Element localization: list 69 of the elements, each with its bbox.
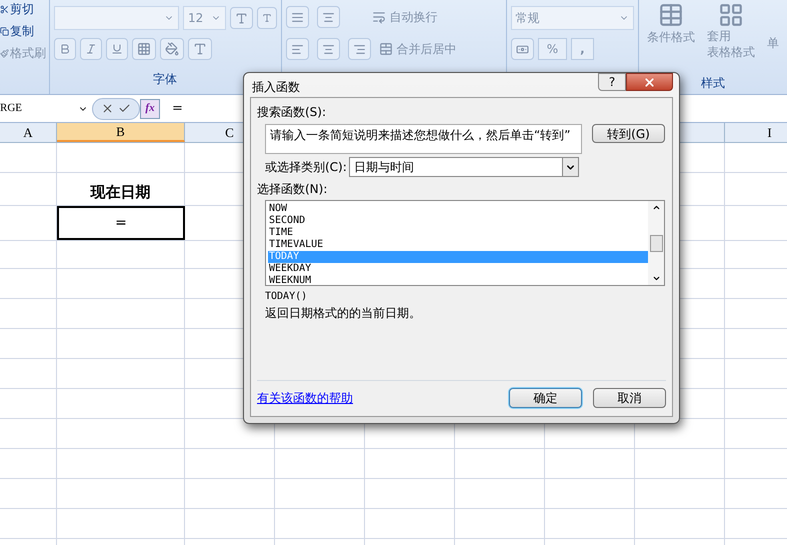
border-icon: [136, 42, 151, 56]
bold-button[interactable]: [54, 38, 76, 60]
shrink-font-button[interactable]: [256, 7, 277, 29]
close-button[interactable]: [626, 73, 673, 91]
shrink-font-icon: [262, 13, 272, 23]
search-field[interactable]: 请输入一条简短说明来描述您想做什么，然后单击“转到”: [265, 124, 582, 154]
function-item[interactable]: WEEKDAY: [268, 263, 648, 275]
grow-font-button[interactable]: [230, 7, 253, 29]
underline-icon: [110, 43, 123, 55]
category-dropdown[interactable]: 日期与时间: [348, 157, 579, 177]
function-item[interactable]: TIME: [268, 227, 648, 239]
insert-function-button[interactable]: fx: [140, 98, 160, 118]
group-label: 样式: [701, 75, 725, 92]
italic-button[interactable]: [80, 38, 102, 60]
group-label: 字体: [153, 71, 178, 88]
bold-icon: [58, 43, 71, 55]
cancel-button[interactable]: 取消: [593, 388, 666, 408]
cancel-icon: [101, 102, 114, 115]
align-right-icon: [352, 42, 366, 56]
align-icon: [322, 10, 335, 24]
currency-icon: [516, 42, 529, 56]
field-label: 或选择类别(C):: [265, 159, 347, 176]
field-label: 搜索函数(S):: [257, 104, 328, 121]
wrap-icon: [372, 10, 386, 24]
align-center-icon: [322, 42, 335, 56]
dialog-title: 插入函数: [251, 79, 300, 96]
merge-icon: [378, 42, 393, 56]
align-icon: [290, 10, 304, 24]
active-cell[interactable]: =: [57, 206, 185, 240]
function-item[interactable]: TIMEVALUE: [268, 239, 648, 251]
font-color-button[interactable]: [188, 38, 212, 60]
ok-button[interactable]: 确定: [509, 388, 582, 408]
align-left-button[interactable]: [286, 38, 309, 60]
font-name-field[interactable]: [54, 6, 180, 30]
cell-text: 现在日期: [90, 182, 150, 202]
clipboard-button[interactable]: 剪切: [0, 0, 49, 18]
font-color-icon: [192, 42, 207, 56]
align-left-icon: [290, 42, 304, 56]
field-label: 选择函数(N):: [257, 181, 328, 198]
scroll-up-icon: [652, 203, 660, 212]
help-button[interactable]: ?: [598, 73, 626, 91]
italic-icon: [84, 43, 97, 55]
function-item[interactable]: WEEKNUM: [268, 275, 648, 287]
help-link[interactable]: 有关该函数的帮助: [257, 388, 353, 406]
scrollbar[interactable]: [648, 201, 664, 285]
function-signature: TODAY(): [265, 290, 308, 304]
currency-button[interactable]: [510, 38, 534, 60]
align-top-button[interactable]: [286, 6, 309, 28]
fill-color-button[interactable]: [160, 38, 184, 60]
align-center-button[interactable]: [316, 38, 340, 60]
column-header[interactable]: B: [57, 123, 185, 142]
table-format-icon: [718, 2, 744, 28]
close-icon: [643, 76, 656, 88]
scroll-thumb[interactable]: [650, 234, 662, 252]
fill-icon: [164, 42, 179, 56]
go-button[interactable]: 转到(G): [592, 124, 665, 143]
conditional-format-icon: [658, 2, 684, 28]
align-right-button[interactable]: [348, 38, 371, 60]
column-header[interactable]: I: [725, 123, 787, 142]
function-item[interactable]: SECOND: [268, 215, 648, 227]
function-description: 返回日期格式的的当前日期。: [265, 305, 422, 322]
underline-button[interactable]: [106, 38, 128, 60]
grow-font-icon: [234, 12, 248, 24]
name-box[interactable]: RGE: [0, 98, 92, 120]
align-middle-button[interactable]: [316, 6, 340, 28]
clipboard-button[interactable]: 复制: [0, 22, 49, 40]
function-item[interactable]: NOW: [268, 203, 648, 215]
scroll-down-icon: [652, 274, 660, 283]
border-button[interactable]: [132, 38, 156, 60]
